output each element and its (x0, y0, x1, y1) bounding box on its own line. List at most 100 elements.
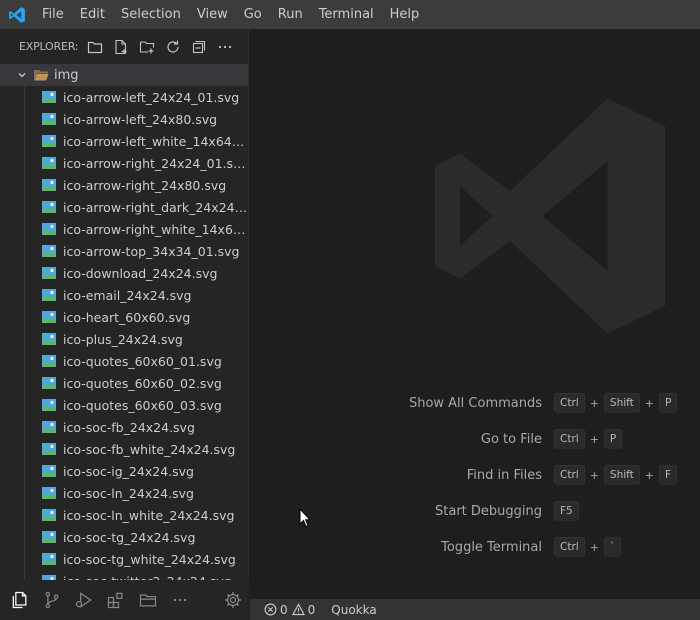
menu-item-terminal[interactable]: Terminal (311, 0, 382, 29)
key-separator: + (589, 468, 599, 482)
image-file-icon (42, 377, 56, 389)
file-row[interactable]: ico-arrow-top_34x34_01.svg (0, 240, 248, 262)
shortcut-label[interactable]: Toggle Terminal (250, 540, 554, 555)
menu-item-help[interactable]: Help (382, 0, 428, 29)
file-row[interactable]: ico-plus_24x24.svg (0, 328, 248, 350)
file-name: ico-soc-tg_24x24.svg (63, 529, 196, 545)
status-bar: 0 0 Quokka (250, 599, 700, 620)
file-row[interactable]: ico-soc-tg_white_24x24.svg (0, 548, 248, 570)
file-name: ico-download_24x24.svg (63, 265, 218, 281)
file-name: ico-heart_60x60.svg (63, 309, 191, 325)
image-file-icon (42, 333, 56, 345)
image-file-icon (42, 553, 56, 565)
file-row[interactable]: ico-quotes_60x60_01.svg (0, 350, 248, 372)
file-row[interactable]: ico-arrow-left_24x80.svg (0, 108, 248, 130)
file-name: ico-soc-ln_white_24x24.svg (63, 507, 235, 523)
file-row[interactable]: ico-arrow-left_24x24_01.svg (0, 86, 248, 108)
file-row[interactable]: ico-soc-ig_24x24.svg (0, 460, 248, 482)
chevron-down-icon (14, 70, 30, 80)
explorer-title: EXPLORER: ... (19, 40, 82, 53)
file-name: ico-soc-ig_24x24.svg (63, 463, 194, 479)
collapse-all-icon[interactable] (186, 36, 212, 58)
image-file-icon (42, 223, 56, 235)
file-row[interactable]: ico-arrow-right_dark_24x24_02... (0, 196, 248, 218)
keycap: Shift (603, 393, 640, 413)
error-icon (264, 603, 277, 616)
file-row[interactable]: ico-arrow-left_white_14x64.svg (0, 130, 248, 152)
shortcut-label[interactable]: Go to File (250, 432, 554, 447)
image-file-icon (42, 311, 56, 323)
keycap: Ctrl (554, 537, 585, 557)
file-row[interactable]: ico-soc-ln_white_24x24.svg (0, 504, 248, 526)
file-row[interactable]: ico-email_24x24.svg (0, 284, 248, 306)
key-separator: + (644, 396, 654, 410)
new-folder-icon[interactable] (134, 36, 160, 58)
menu-item-view[interactable]: View (189, 0, 236, 29)
shortcut-keys: F5 (554, 501, 579, 521)
file-row[interactable]: ico-heart_60x60.svg (0, 306, 248, 328)
file-name: ico-arrow-left_white_14x64.svg (63, 133, 248, 149)
file-row[interactable]: ico-quotes_60x60_03.svg (0, 394, 248, 416)
file-name: ico-soc-ln_24x24.svg (63, 485, 194, 501)
file-name: ico-email_24x24.svg (63, 287, 192, 303)
quokka-status[interactable]: Quokka (331, 603, 376, 617)
image-file-icon (42, 113, 56, 125)
editor-area[interactable]: Show All Commands Ctrl + Shift + P Go to File C… (250, 29, 700, 599)
image-file-icon (42, 399, 56, 411)
image-file-icon (42, 443, 56, 455)
file-row[interactable]: ico-soc-twitter2_24x24.svg (0, 570, 248, 580)
more-views-icon[interactable] (164, 584, 196, 616)
mouse-pointer-icon (299, 507, 312, 532)
image-file-icon (42, 531, 56, 543)
keycap: Ctrl (554, 465, 585, 485)
extensions-icon[interactable] (100, 584, 132, 616)
menu-item-selection[interactable]: Selection (113, 0, 189, 29)
file-list: ico-arrow-left_24x24_01.svg ico-arrow-lef… (0, 86, 248, 580)
image-file-icon (42, 157, 56, 169)
folder-name: img (54, 67, 79, 83)
shortcut-label[interactable]: Show All Commands (250, 396, 554, 411)
open-folder-icon[interactable] (82, 36, 108, 58)
shortcut-row: Go to File Ctrl + P (250, 421, 700, 457)
file-row[interactable]: ico-soc-fb_24x24.svg (0, 416, 248, 438)
file-row[interactable]: ico-soc-ln_24x24.svg (0, 482, 248, 504)
image-file-icon (42, 465, 56, 477)
file-row[interactable]: ico-arrow-right_24x24_01.svg (0, 152, 248, 174)
activity-bar (0, 580, 249, 620)
warning-count: 0 (307, 602, 316, 617)
more-actions-icon[interactable] (212, 36, 238, 58)
menu-item-run[interactable]: Run (270, 0, 311, 29)
file-row[interactable]: ico-arrow-right_white_14x64.svg (0, 218, 248, 240)
file-row[interactable]: ico-quotes_60x60_02.svg (0, 372, 248, 394)
file-name: ico-quotes_60x60_02.svg (63, 375, 222, 391)
new-file-icon[interactable] (108, 36, 134, 58)
file-row[interactable]: ico-arrow-right_24x80.svg (0, 174, 248, 196)
image-file-icon (42, 509, 56, 521)
image-file-icon (42, 289, 56, 301)
shortcut-label[interactable]: Start Debugging (250, 504, 554, 519)
run-debug-icon[interactable] (68, 584, 100, 616)
file-row[interactable]: ico-download_24x24.svg (0, 262, 248, 284)
file-row[interactable]: ico-soc-fb_white_24x24.svg (0, 438, 248, 460)
refresh-icon[interactable] (160, 36, 186, 58)
key-separator: + (589, 540, 599, 554)
warning-icon (291, 603, 305, 616)
image-file-icon (42, 267, 56, 279)
source-control-icon[interactable] (36, 584, 68, 616)
image-file-icon (42, 355, 56, 367)
menu-item-edit[interactable]: Edit (72, 0, 113, 29)
shortcut-label[interactable]: Find in Files (250, 468, 554, 483)
menu-item-file[interactable]: File (34, 0, 72, 29)
project-manager-icon[interactable] (132, 584, 164, 616)
folder-row-img[interactable]: img (0, 64, 248, 86)
file-row[interactable]: ico-soc-tg_24x24.svg (0, 526, 248, 548)
problems-status[interactable]: 0 0 (264, 603, 315, 617)
folder-open-icon (30, 68, 52, 82)
settings-gear-icon[interactable] (217, 584, 249, 616)
keycap: F (659, 465, 678, 485)
explorer-files-icon[interactable] (4, 584, 36, 616)
shortcut-row: Find in Files Ctrl + Shift + F (250, 457, 700, 493)
image-file-icon (42, 91, 56, 103)
menu-item-go[interactable]: Go (236, 0, 270, 29)
image-file-icon (42, 487, 56, 499)
